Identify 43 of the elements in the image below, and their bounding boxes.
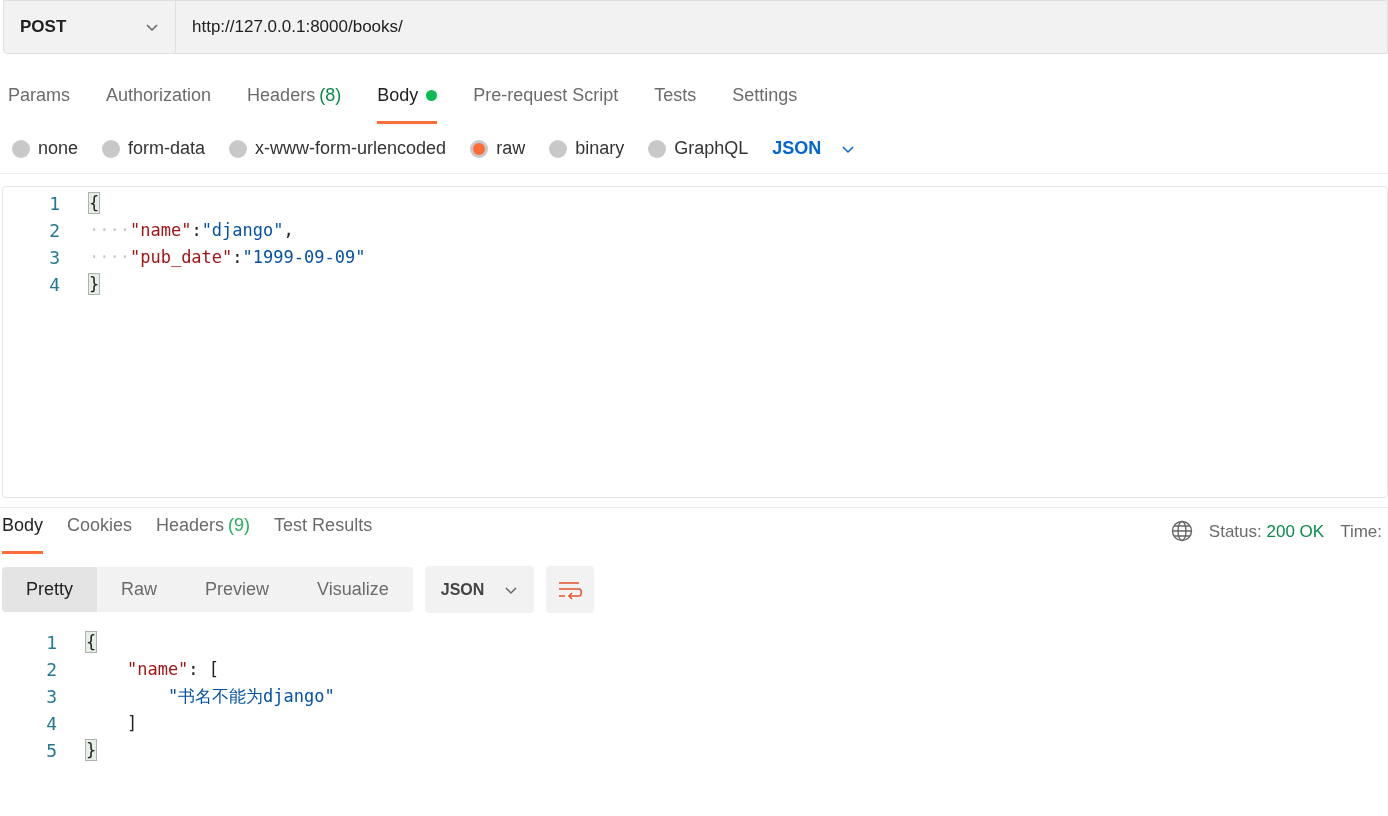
line-number: 1 (48, 192, 61, 216)
view-mode-tab[interactable]: Visualize (293, 567, 413, 612)
tab[interactable]: Headers (9) (156, 512, 251, 554)
tab[interactable]: Test Results (274, 512, 373, 554)
wrap-lines-icon (557, 579, 584, 600)
request-body-editor[interactable]: 1 { 2 ····"name":"django", 3 ····"pub_date":"1999-09-09" 4 } (2, 186, 1388, 498)
body-type-radio[interactable]: GraphQL (648, 135, 749, 162)
code-line: "书名不能为django" (166, 684, 335, 708)
code-line: ····"name":"django", (89, 218, 294, 242)
tab[interactable]: Body (377, 82, 438, 124)
code-line: ····"pub_date":"1999-09-09" (89, 245, 366, 269)
line-number: 4 (48, 273, 61, 297)
line-number: 1 (45, 631, 58, 655)
line-number: 4 (45, 712, 58, 736)
body-type-radio[interactable]: binary (549, 135, 625, 162)
tab[interactable]: Cookies (67, 512, 133, 554)
line-number: 3 (45, 685, 58, 709)
globe-icon[interactable] (1170, 520, 1193, 543)
tab[interactable]: Body (2, 512, 44, 554)
view-mode-tab[interactable]: Raw (97, 567, 182, 612)
line-number: 2 (48, 219, 61, 243)
line-number: 5 (45, 739, 58, 763)
tab[interactable]: Headers (8) (247, 82, 342, 124)
line-number: 2 (45, 658, 58, 682)
tab[interactable]: Authorization (106, 82, 212, 124)
tab[interactable]: Pre-request Script (473, 82, 619, 124)
tab[interactable]: Params (8, 82, 70, 124)
body-type-radio[interactable]: form-data (102, 135, 206, 162)
response-status: Status: 200 OK (1208, 520, 1325, 543)
tab[interactable]: Settings (732, 82, 798, 124)
code-line: "name": [ (125, 657, 220, 681)
view-mode-tab[interactable]: Pretty (2, 567, 97, 612)
code-line: ] (125, 711, 138, 735)
line-number: 3 (48, 246, 61, 270)
body-format-dropdown[interactable]: JSON (772, 135, 856, 162)
view-mode-tab[interactable]: Preview (181, 567, 294, 612)
wrap-lines-button[interactable] (546, 566, 595, 613)
tab[interactable]: Tests (654, 82, 697, 124)
body-type-radio[interactable]: raw (470, 135, 526, 162)
response-format-dropdown[interactable]: JSON (424, 566, 535, 613)
body-type-radio[interactable]: none (12, 135, 79, 162)
body-type-radio[interactable]: x-www-form-urlencoded (229, 135, 447, 162)
response-time-label: Time: (1340, 520, 1382, 543)
